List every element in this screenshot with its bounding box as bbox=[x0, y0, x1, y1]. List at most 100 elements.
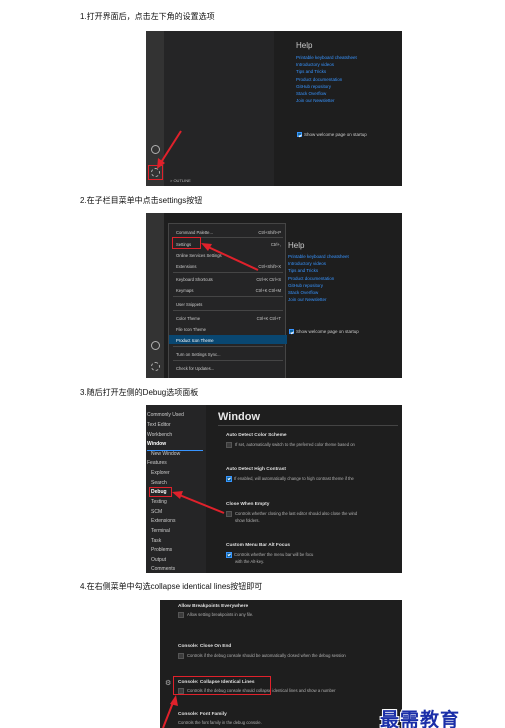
link-product-docs[interactable]: Product documentation bbox=[296, 76, 357, 83]
setting-title: Auto Detect Color Scheme bbox=[226, 433, 287, 438]
screenshot-welcome: > OUTLINE Help Printable keyboard cheats… bbox=[146, 31, 402, 186]
link-stack-overflow[interactable]: Stack Overflow bbox=[288, 289, 349, 296]
menu-item-check-updates[interactable]: Check for Updates... bbox=[169, 363, 287, 372]
help-links: Printable keyboard cheatsheet Introducto… bbox=[288, 253, 349, 303]
help-links: Printable keyboard cheatsheet Introducto… bbox=[296, 54, 357, 104]
setting-desc: If enabled, will automatically change to… bbox=[226, 476, 354, 482]
startup-checkbox-row[interactable]: Show welcome page on startup bbox=[297, 132, 367, 138]
setting-checkbox[interactable] bbox=[226, 476, 232, 482]
link-introductory-videos[interactable]: Introductory videos bbox=[296, 61, 357, 68]
tree-item[interactable]: Terminal bbox=[151, 528, 170, 534]
step-1-caption: 1.打开界面后，点击左下角的设置选项 bbox=[80, 12, 215, 21]
setting-title: Console: Close On End bbox=[178, 644, 232, 649]
link-keyboard-cheatsheet[interactable]: Printable keyboard cheatsheet bbox=[288, 253, 349, 260]
sidebar bbox=[164, 31, 274, 186]
tree-item[interactable]: Comments bbox=[151, 566, 175, 572]
tree-item[interactable]: Problems bbox=[151, 547, 172, 553]
link-introductory-videos[interactable]: Introductory videos bbox=[288, 260, 349, 267]
tree-item[interactable]: Testing bbox=[151, 499, 167, 505]
menu-item-keyboard-shortcuts[interactable]: Keyboard Shortcuts Ctrl+K Ctrl+S bbox=[169, 274, 287, 283]
startup-checkbox-row[interactable]: Show welcome page on startup bbox=[289, 329, 359, 335]
outline-label[interactable]: > OUTLINE bbox=[170, 178, 191, 184]
tree-item[interactable]: Explorer bbox=[151, 470, 170, 476]
watermark-logo: 最需教育 bbox=[380, 709, 461, 728]
menu-item-file-icon-theme[interactable]: File Icon Theme bbox=[169, 324, 287, 333]
setting-title: Close When Empty bbox=[226, 502, 270, 507]
account-icon[interactable] bbox=[151, 145, 160, 154]
setting-desc: If set, automatically switch to the pref… bbox=[226, 442, 355, 448]
tree-item[interactable]: New Window bbox=[151, 451, 180, 457]
setting-checkbox[interactable] bbox=[178, 653, 184, 659]
screenshot-debug-settings: Allow Breakpoints Everywhere Allow setti… bbox=[160, 600, 402, 728]
highlight-box-debug bbox=[149, 487, 172, 497]
setting-desc: Controls whether closing the last editor… bbox=[226, 511, 357, 517]
step-3-caption: 3.随后打开左侧的Debug选项面板 bbox=[80, 388, 199, 397]
tree-item[interactable]: Task bbox=[151, 538, 161, 544]
setting-desc: Controls if the debug console should be … bbox=[178, 653, 346, 659]
link-github-repo[interactable]: GitHub repository bbox=[296, 83, 357, 90]
setting-desc: Controls the font family in the debug co… bbox=[178, 720, 262, 725]
tree-item[interactable]: Search bbox=[151, 480, 167, 486]
menu-separator bbox=[173, 360, 283, 361]
link-github-repo[interactable]: GitHub repository bbox=[288, 282, 349, 289]
help-title: Help bbox=[288, 241, 305, 250]
startup-checkbox-label: Show welcome page on startup bbox=[304, 132, 367, 137]
setting-desc: Controls whether the menu bar will be fo… bbox=[226, 552, 313, 558]
menu-separator bbox=[173, 346, 283, 347]
startup-checkbox[interactable] bbox=[289, 329, 294, 335]
account-icon[interactable] bbox=[151, 341, 160, 350]
setting-checkbox[interactable] bbox=[178, 612, 184, 618]
menu-item-online-services[interactable]: Online Services Settings bbox=[169, 250, 287, 259]
menu-separator bbox=[173, 310, 283, 311]
setting-checkbox[interactable] bbox=[226, 552, 232, 558]
link-tips-tricks[interactable]: Tips and Tricks bbox=[296, 68, 357, 75]
link-keyboard-cheatsheet[interactable]: Printable keyboard cheatsheet bbox=[296, 54, 357, 61]
menu-item-keymaps[interactable]: Keymaps Ctrl+K Ctrl+M bbox=[169, 285, 287, 294]
link-stack-overflow[interactable]: Stack Overflow bbox=[296, 90, 357, 97]
gear-icon[interactable]: ⚙ bbox=[165, 679, 171, 687]
tree-item[interactable]: Commonly Used bbox=[147, 412, 184, 418]
activity-bar bbox=[146, 213, 164, 378]
tree-item[interactable]: Workbench bbox=[147, 432, 172, 438]
step-2-caption: 2.在子栏目菜单中点击settings按钮 bbox=[80, 196, 203, 205]
menu-item-settings-sync[interactable]: Turn on Settings Sync... bbox=[169, 349, 287, 358]
heading-rule bbox=[218, 425, 398, 426]
menu-item-extensions[interactable]: Extensions Ctrl+Shift+X bbox=[169, 261, 287, 270]
tree-item[interactable]: Text Editor bbox=[147, 422, 171, 428]
setting-title: Auto Detect High Contrast bbox=[226, 467, 286, 472]
menu-item-product-icon-theme[interactable]: Product Icon Theme bbox=[169, 335, 287, 344]
startup-checkbox-label: Show welcome page on startup bbox=[296, 329, 359, 334]
link-tips-tricks[interactable]: Tips and Tricks bbox=[288, 267, 349, 274]
highlight-box-settings bbox=[172, 237, 201, 249]
setting-desc-line2: with the Alt-key. bbox=[235, 559, 265, 564]
setting-title: Custom Menu Bar Alt Focus bbox=[226, 543, 291, 548]
gear-icon[interactable] bbox=[151, 362, 160, 371]
tree-item-window[interactable]: Window bbox=[147, 441, 166, 447]
tree-underline bbox=[147, 450, 203, 451]
setting-title: Allow Breakpoints Everywhere bbox=[178, 604, 249, 609]
setting-checkbox[interactable] bbox=[226, 511, 232, 517]
link-newsletter[interactable]: Join our Newsletter bbox=[288, 296, 349, 303]
setting-desc: Allow setting breakpoints in any file. bbox=[178, 612, 253, 618]
tree-item[interactable]: Extensions bbox=[151, 518, 175, 524]
link-product-docs[interactable]: Product documentation bbox=[288, 275, 349, 282]
menu-separator bbox=[173, 272, 283, 273]
tree-item[interactable]: SCM bbox=[151, 509, 162, 515]
link-newsletter[interactable]: Join our Newsletter bbox=[296, 97, 357, 104]
tree-item[interactable]: Features bbox=[147, 460, 167, 466]
menu-separator bbox=[173, 296, 283, 297]
menu-item-color-theme[interactable]: Color Theme Ctrl+K Ctrl+T bbox=[169, 313, 287, 322]
menu-item-user-snippets[interactable]: User Snippets bbox=[169, 299, 287, 308]
highlight-box-gear bbox=[148, 165, 163, 180]
highlight-box-collapse bbox=[173, 676, 271, 695]
settings-heading: Window bbox=[218, 411, 261, 423]
setting-desc-line2: show folders. bbox=[235, 518, 260, 523]
setting-checkbox[interactable] bbox=[226, 442, 232, 448]
activity-bar bbox=[146, 31, 164, 186]
menu-item-command-palette[interactable]: Command Palette... Ctrl+Shift+P bbox=[169, 227, 287, 236]
setting-title: Console: Font Family bbox=[178, 712, 227, 717]
startup-checkbox[interactable] bbox=[297, 132, 302, 138]
tree-item[interactable]: Output bbox=[151, 557, 166, 563]
help-title: Help bbox=[296, 41, 313, 50]
screenshot-settings-window: Commonly Used Text Editor Workbench Wind… bbox=[146, 405, 402, 573]
